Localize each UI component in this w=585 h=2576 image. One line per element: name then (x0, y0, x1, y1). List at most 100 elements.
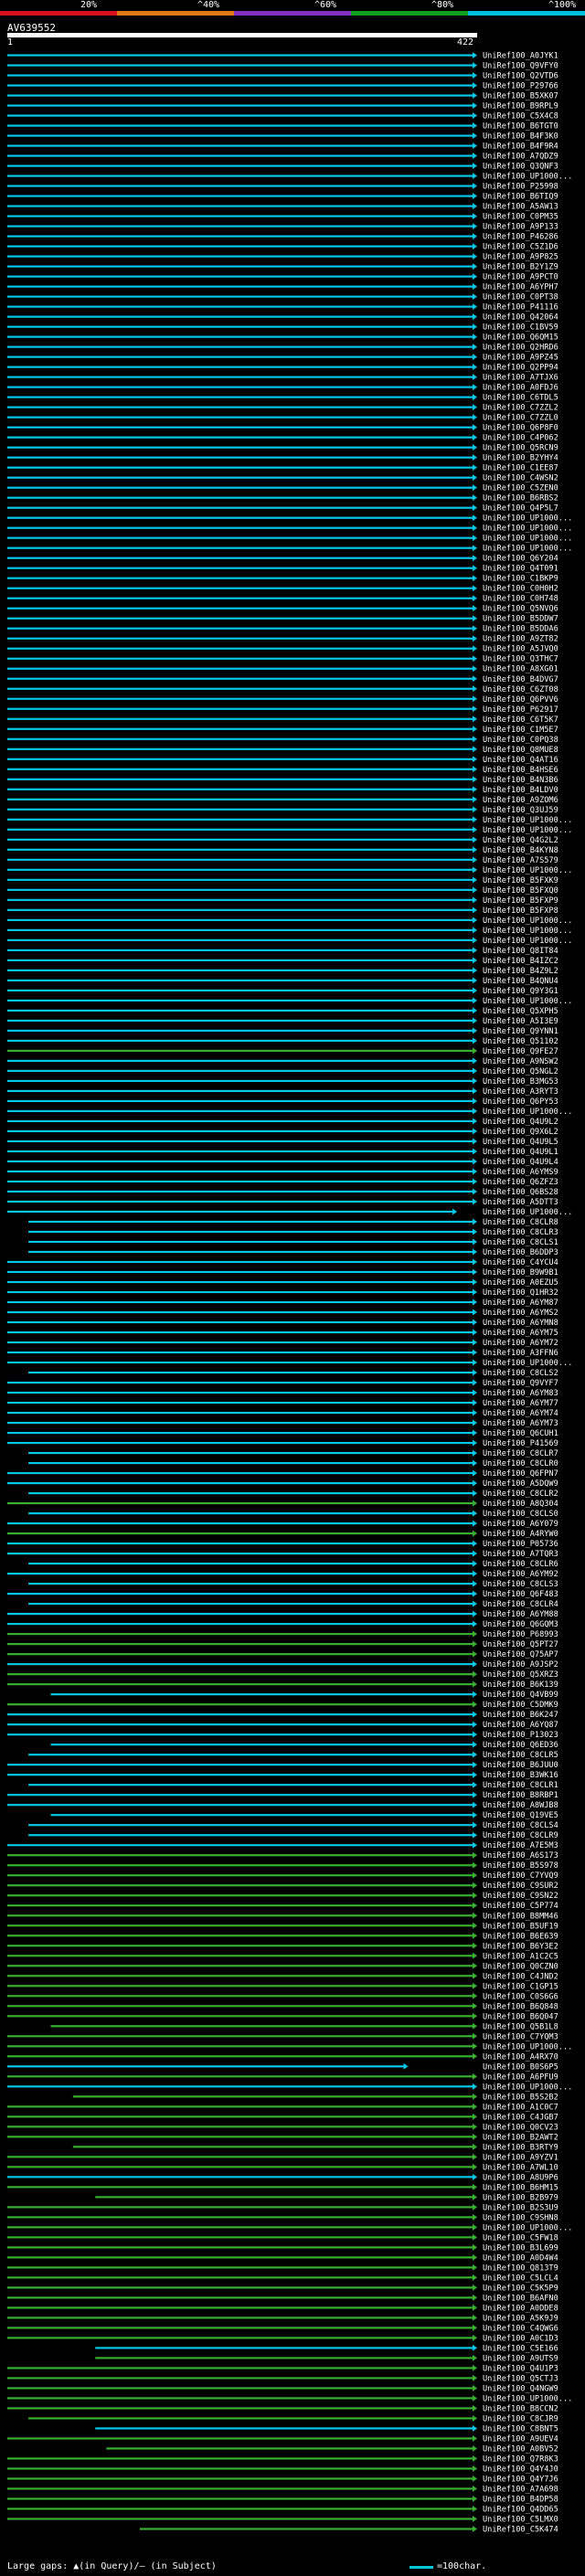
hit-label[interactable]: UniRef100_C5ZEN0 (483, 484, 558, 493)
hit-label[interactable]: UniRef100_A6YM87 (483, 1299, 558, 1308)
hit-label[interactable]: UniRef100_C8CLR3 (483, 1228, 558, 1237)
hit-label[interactable]: UniRef100_P46286 (483, 233, 558, 242)
hit-label[interactable]: UniRef100_Q6ZFZ3 (483, 1178, 558, 1187)
hit-label[interactable]: UniRef100_Q2VTD6 (483, 72, 558, 81)
hit-label[interactable]: UniRef100_UP1000... (483, 1208, 572, 1217)
hit-label[interactable]: UniRef100_UP1000... (483, 866, 572, 875)
hit-label[interactable]: UniRef100_A5AW13 (483, 203, 558, 212)
hit-label[interactable]: UniRef100_C5LMX0 (483, 2515, 558, 2524)
hit-label[interactable]: UniRef100_A9ZOM6 (483, 796, 558, 805)
hit-label[interactable]: UniRef100_C4QWG6 (483, 2324, 558, 2333)
hit-label[interactable]: UniRef100_C8CLS4 (483, 1821, 558, 1830)
hit-label[interactable]: UniRef100_UP1000... (483, 2394, 572, 2403)
hit-label[interactable]: UniRef100_A5DTT3 (483, 1198, 558, 1207)
hit-label[interactable]: UniRef100_A4RYW0 (483, 1530, 558, 1539)
hit-label[interactable]: UniRef100_C9SN22 (483, 1892, 558, 1901)
hit-label[interactable]: UniRef100_A3FFN6 (483, 1349, 558, 1358)
hit-label[interactable]: UniRef100_A9NSW2 (483, 1057, 558, 1066)
hit-label[interactable]: UniRef100_P13023 (483, 1731, 558, 1740)
hit-label[interactable]: UniRef100_UP1000... (483, 173, 572, 182)
hit-label[interactable]: UniRef100_B9RPL9 (483, 102, 558, 111)
hit-label[interactable]: UniRef100_B6Q047 (483, 2012, 558, 2021)
hit-label[interactable]: UniRef100_C0PQ38 (483, 736, 558, 745)
hit-label[interactable]: UniRef100_UP1000... (483, 1108, 572, 1117)
hit-label[interactable]: UniRef100_UP1000... (483, 545, 572, 554)
hit-label[interactable]: UniRef100_B5FXK9 (483, 876, 558, 885)
hit-label[interactable]: UniRef100_C0PM35 (483, 213, 558, 222)
hit-label[interactable]: UniRef100_C5P774 (483, 1902, 558, 1911)
hit-label[interactable]: UniRef100_A9ZT82 (483, 635, 558, 644)
hit-label[interactable]: UniRef100_UP1000... (483, 514, 572, 524)
hit-label[interactable]: UniRef100_Q4DD65 (483, 2505, 558, 2514)
hit-label[interactable]: UniRef100_B5FXP9 (483, 896, 558, 906)
hit-label[interactable]: UniRef100_C4WSN2 (483, 474, 558, 483)
hit-label[interactable]: UniRef100_Q9VFY0 (483, 62, 558, 71)
hit-label[interactable]: UniRef100_A6PFU9 (483, 2072, 558, 2082)
hit-label[interactable]: UniRef100_Q4U9L5 (483, 1138, 558, 1147)
hit-label[interactable]: UniRef100_C5Z1D6 (483, 243, 558, 252)
hit-label[interactable]: UniRef100_Q5RCN9 (483, 444, 558, 453)
hit-label[interactable]: UniRef100_UP1000... (483, 535, 572, 544)
hit-label[interactable]: UniRef100_C5K474 (483, 2525, 558, 2534)
hit-label[interactable]: UniRef100_Q0CZN0 (483, 1962, 558, 1971)
hit-label[interactable]: UniRef100_B4IZC2 (483, 957, 558, 966)
hit-label[interactable]: UniRef100_C5LCL4 (483, 2274, 558, 2283)
hit-label[interactable]: UniRef100_C6ZT08 (483, 685, 558, 694)
hit-label[interactable]: UniRef100_UP1000... (483, 917, 572, 926)
hit-label[interactable]: UniRef100_B4F3K0 (483, 133, 558, 142)
hit-label[interactable]: UniRef100_Q5B1L8 (483, 2022, 558, 2031)
hit-label[interactable]: UniRef100_UP1000... (483, 997, 572, 1006)
hit-label[interactable]: UniRef100_A6YM92 (483, 1570, 558, 1579)
hit-label[interactable]: UniRef100_A7TQR3 (483, 1550, 558, 1559)
hit-label[interactable]: UniRef100_C5X4C8 (483, 112, 558, 122)
hit-label[interactable]: UniRef100_B8CCN2 (483, 2404, 558, 2413)
hit-label[interactable]: UniRef100_C8CLR5 (483, 1751, 558, 1760)
hit-label[interactable]: UniRef100_C1BV59 (483, 323, 558, 333)
hit-label[interactable]: UniRef100_Q4Y7J6 (483, 2475, 558, 2484)
hit-label[interactable]: UniRef100_Q9Y3G1 (483, 987, 558, 996)
hit-label[interactable]: UniRef100_B2B979 (483, 2193, 558, 2202)
hit-label[interactable]: UniRef100_Q6F483 (483, 1590, 558, 1599)
hit-label[interactable]: UniRef100_C7ZZL2 (483, 404, 558, 413)
hit-label[interactable]: UniRef100_A6YM88 (483, 1610, 558, 1619)
hit-label[interactable]: UniRef100_Q4G2L2 (483, 836, 558, 845)
hit-label[interactable]: UniRef100_B6JUU0 (483, 1761, 558, 1770)
hit-label[interactable]: UniRef100_A0D4W4 (483, 2253, 558, 2263)
hit-label[interactable]: UniRef100_B5S2B2 (483, 2093, 558, 2102)
hit-label[interactable]: UniRef100_Q6CUH1 (483, 1429, 558, 1438)
hit-label[interactable]: UniRef100_UP1000... (483, 525, 572, 534)
hit-label[interactable]: UniRef100_Q4U9L4 (483, 1158, 558, 1167)
hit-label[interactable]: UniRef100_C8CLR2 (483, 1489, 558, 1499)
hit-label[interactable]: UniRef100_P62917 (483, 705, 558, 715)
hit-label[interactable]: UniRef100_A6YM74 (483, 1409, 558, 1418)
hit-label[interactable]: UniRef100_B5FXQ0 (483, 886, 558, 896)
hit-label[interactable]: UniRef100_C4P062 (483, 434, 558, 443)
hit-label[interactable]: UniRef100_C8CLR0 (483, 1459, 558, 1468)
hit-label[interactable]: UniRef100_Q4U1P3 (483, 2364, 558, 2373)
hit-label[interactable]: UniRef100_A1C2C5 (483, 1952, 558, 1961)
hit-label[interactable]: UniRef100_A6Y079 (483, 1520, 558, 1529)
hit-label[interactable]: UniRef100_C8CJR9 (483, 2414, 558, 2423)
hit-label[interactable]: UniRef100_Q6BS28 (483, 1188, 558, 1197)
hit-label[interactable]: UniRef100_C1EE87 (483, 464, 558, 473)
hit-label[interactable]: UniRef100_Q42064 (483, 313, 558, 323)
hit-label[interactable]: UniRef100_A0JYK1 (483, 52, 558, 61)
hit-label[interactable]: UniRef100_C9SHN8 (483, 2213, 558, 2222)
hit-label[interactable]: UniRef100_B6RBS2 (483, 494, 558, 504)
hit-label[interactable]: UniRef100_B8RBP1 (483, 1791, 558, 1800)
hit-label[interactable]: UniRef100_A6YMN8 (483, 1319, 558, 1328)
hit-label[interactable]: UniRef100_Q75AP7 (483, 1650, 558, 1659)
hit-label[interactable]: UniRef100_Q51102 (483, 1037, 558, 1046)
hit-label[interactable]: UniRef100_UP1000... (483, 826, 572, 835)
hit-label[interactable]: UniRef100_C4JND2 (483, 1972, 558, 1981)
hit-label[interactable]: UniRef100_B6HM15 (483, 2183, 558, 2192)
hit-label[interactable]: UniRef100_Q8IT84 (483, 947, 558, 956)
hit-label[interactable]: UniRef100_B6TIQ9 (483, 193, 558, 202)
hit-label[interactable]: UniRef100_B4DVG7 (483, 675, 558, 684)
hit-label[interactable]: UniRef100_Q7R8K3 (483, 2454, 558, 2464)
hit-label[interactable]: UniRef100_B6AFN0 (483, 2294, 558, 2303)
hit-label[interactable]: UniRef100_A8XG01 (483, 665, 558, 674)
hit-label[interactable]: UniRef100_B6Q848 (483, 2002, 558, 2011)
hit-label[interactable]: UniRef100_C8CLS1 (483, 1238, 558, 1247)
hit-label[interactable]: UniRef100_Q4U9L1 (483, 1148, 558, 1157)
